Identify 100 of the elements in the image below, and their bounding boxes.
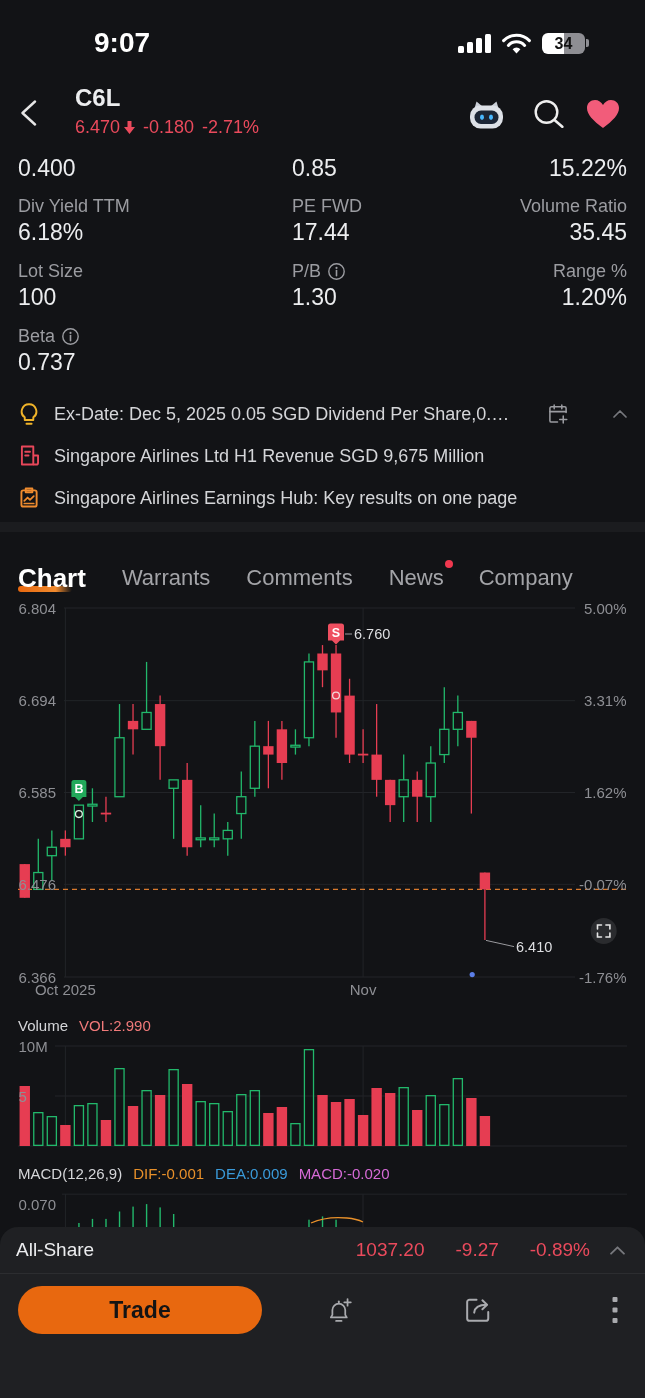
volume-bar (33, 1112, 44, 1146)
volume-bar (357, 1115, 369, 1146)
volume-bar (60, 1125, 71, 1146)
candlestick (398, 753, 409, 823)
macd-line (310, 1217, 364, 1224)
volume-bar (263, 1113, 274, 1146)
candlestick (317, 644, 328, 688)
axis-label: 6.694 (18, 692, 57, 710)
robot-icon[interactable] (469, 99, 504, 129)
document-icon (20, 445, 39, 467)
trade-button[interactable]: Trade (18, 1286, 262, 1334)
volume-bar (276, 1107, 288, 1146)
signal-icon (458, 33, 491, 53)
volume-bar (371, 1088, 382, 1146)
candlestick (290, 728, 301, 756)
candlestick (276, 720, 288, 781)
volume-bar (209, 1103, 220, 1146)
volume-bar (141, 1090, 152, 1146)
axis-label: 6.585 (18, 784, 57, 801)
notice-text[interactable]: Singapore Airlines Ltd H1 Revenue SGD 9,675 Million (54, 444, 485, 468)
chevron-icon[interactable] (610, 1245, 625, 1255)
tab[interactable]: News (388, 560, 453, 596)
clipboard-chart-icon (20, 487, 39, 509)
volume-bar (439, 1104, 450, 1146)
volume-bar (127, 1106, 139, 1146)
candlestick (195, 804, 206, 848)
bulb-icon (20, 403, 39, 425)
volume-bar (154, 1095, 166, 1146)
tab[interactable]: Chart (18, 560, 86, 596)
more-icon[interactable] (612, 1297, 618, 1323)
stat-label: P/B (292, 260, 321, 283)
stat-value: 6.18% (18, 218, 84, 246)
axis-label: -0.07% (578, 875, 627, 893)
axis-label: 6.804 (18, 599, 57, 617)
price-change: -0.180 (143, 116, 195, 138)
calendar-add-icon[interactable] (548, 404, 568, 424)
volume-bar (87, 1103, 98, 1146)
trade-point-icon (74, 810, 83, 819)
dea-value: DEA:0.009 (215, 1164, 288, 1184)
stat-label: Div Yield TTM (18, 195, 130, 218)
volume-bar (344, 1099, 355, 1146)
volume-bar (330, 1102, 342, 1146)
dif-value: DIF:-0.001 (133, 1164, 205, 1184)
stock-symbol: C6L (75, 86, 122, 110)
notice-text[interactable]: Ex-Date: Dec 5, 2025 0.05 SGD Dividend Per Share,0.… (54, 402, 510, 426)
volume-bar (181, 1084, 193, 1146)
candlestick (263, 720, 274, 789)
stat-label: Lot Size (18, 260, 84, 283)
trade-point-icon (331, 691, 341, 700)
axis-label: 5.00% (583, 599, 627, 617)
stat-value: 100 (18, 283, 57, 311)
volume-bar (222, 1111, 233, 1146)
heart-icon[interactable] (586, 99, 620, 129)
macd-bar (145, 1204, 148, 1227)
status-time: 9:07 (94, 27, 151, 59)
stat-label: Range % (552, 260, 627, 283)
candlestick (209, 812, 220, 848)
candlestick (46, 829, 58, 882)
bell-plus-icon[interactable] (329, 1298, 353, 1322)
tab[interactable]: Company (478, 560, 573, 596)
candlestick (60, 829, 71, 857)
stat-label: PE FWD (292, 195, 362, 218)
volume-bar (398, 1087, 409, 1146)
info-icon[interactable] (62, 327, 80, 345)
stat-value: 35.45 (569, 218, 627, 246)
axis-label: 1.62% (583, 784, 627, 801)
macd-bar (91, 1218, 94, 1227)
candlestick (452, 694, 464, 747)
buy-marker: B (71, 780, 87, 801)
axis-label: -1.76% (578, 968, 627, 986)
sell-marker: S (328, 623, 344, 645)
stat-value: 0.85 (292, 154, 337, 182)
axis-label: 3.31% (583, 692, 627, 710)
info-icon[interactable] (328, 262, 345, 280)
volume-bar (100, 1120, 112, 1146)
notice-text[interactable]: Singapore Airlines Earnings Hub: Key results on one page (54, 486, 518, 510)
candlestick (87, 787, 98, 823)
tab[interactable]: Comments (246, 560, 353, 596)
volume-bar (236, 1094, 247, 1146)
indicator-title: MACD(12,26,9) (18, 1164, 123, 1184)
stat-label: Volume Ratio (519, 195, 627, 218)
volume-bar (452, 1078, 464, 1146)
stat-label: Beta (18, 325, 56, 348)
search-icon[interactable] (534, 100, 564, 128)
candlestick (384, 779, 396, 823)
candlestick (141, 661, 152, 730)
macd-bar (118, 1211, 121, 1227)
index-change: -9.27 (455, 1238, 499, 1262)
chevron-icon[interactable] (613, 410, 627, 418)
candlestick (357, 728, 369, 764)
tab[interactable]: Warrants (121, 560, 211, 596)
volume-bar (195, 1101, 206, 1146)
wifi-icon (502, 32, 531, 54)
high-price-label: 6.760 (354, 626, 391, 642)
fullscreen-button[interactable] (590, 918, 617, 944)
share-icon[interactable] (466, 1298, 490, 1322)
axis-label: 0.070 (18, 1196, 57, 1213)
back-icon[interactable] (20, 100, 37, 126)
index-value: 1037.20 (355, 1238, 425, 1262)
candlestick (222, 821, 233, 857)
